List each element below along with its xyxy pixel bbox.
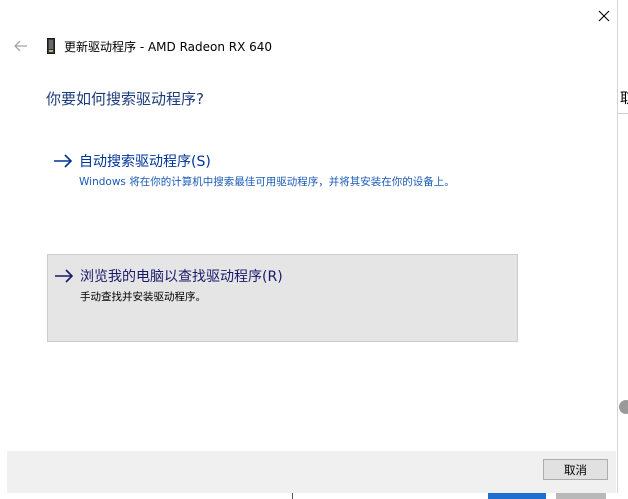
page-heading: 你要如何搜索驱动程序? bbox=[46, 90, 204, 108]
auto-search-title: 自动搜索驱动程序(S) bbox=[79, 154, 211, 170]
background-window-label: 取 bbox=[620, 91, 628, 107]
close-icon bbox=[598, 10, 609, 21]
background-taskbar-gray-button bbox=[556, 493, 606, 499]
browse-computer-title: 浏览我的电脑以查找驱动程序(R) bbox=[80, 269, 283, 285]
browse-computer-description: 手动查找并安装驱动程序。 bbox=[80, 291, 206, 303]
background-badge-icon bbox=[619, 400, 628, 414]
background-taskbar-blue-button bbox=[488, 493, 546, 499]
browse-computer-option[interactable]: 浏览我的电脑以查找驱动程序(R) 手动查找并安装驱动程序。 bbox=[47, 254, 518, 342]
dialog-title: 更新驱动程序 - AMD Radeon RX 640 bbox=[64, 40, 273, 54]
auto-search-option[interactable]: 自动搜索驱动程序(S) Windows 将在你的计算机中搜索最佳可用驱动程序，并… bbox=[47, 142, 518, 214]
right-arrow-icon bbox=[55, 269, 74, 283]
background-divider bbox=[618, 113, 628, 114]
display-adapter-icon bbox=[47, 38, 55, 54]
back-arrow-icon bbox=[14, 40, 27, 52]
back-button[interactable] bbox=[11, 36, 31, 56]
background-taskbar-mark bbox=[292, 493, 293, 499]
cancel-button[interactable]: 取消 bbox=[543, 459, 608, 480]
update-driver-dialog: 更新驱动程序 - AMD Radeon RX 640 你要如何搜索驱动程序? 自… bbox=[0, 0, 618, 493]
background-window bbox=[618, 0, 628, 499]
close-button[interactable] bbox=[590, 2, 617, 29]
dialog-footer: 取消 bbox=[7, 451, 616, 493]
right-arrow-icon bbox=[54, 154, 73, 168]
auto-search-description: Windows 将在你的计算机中搜索最佳可用驱动程序，并将其安装在你的设备上。 bbox=[79, 176, 455, 188]
